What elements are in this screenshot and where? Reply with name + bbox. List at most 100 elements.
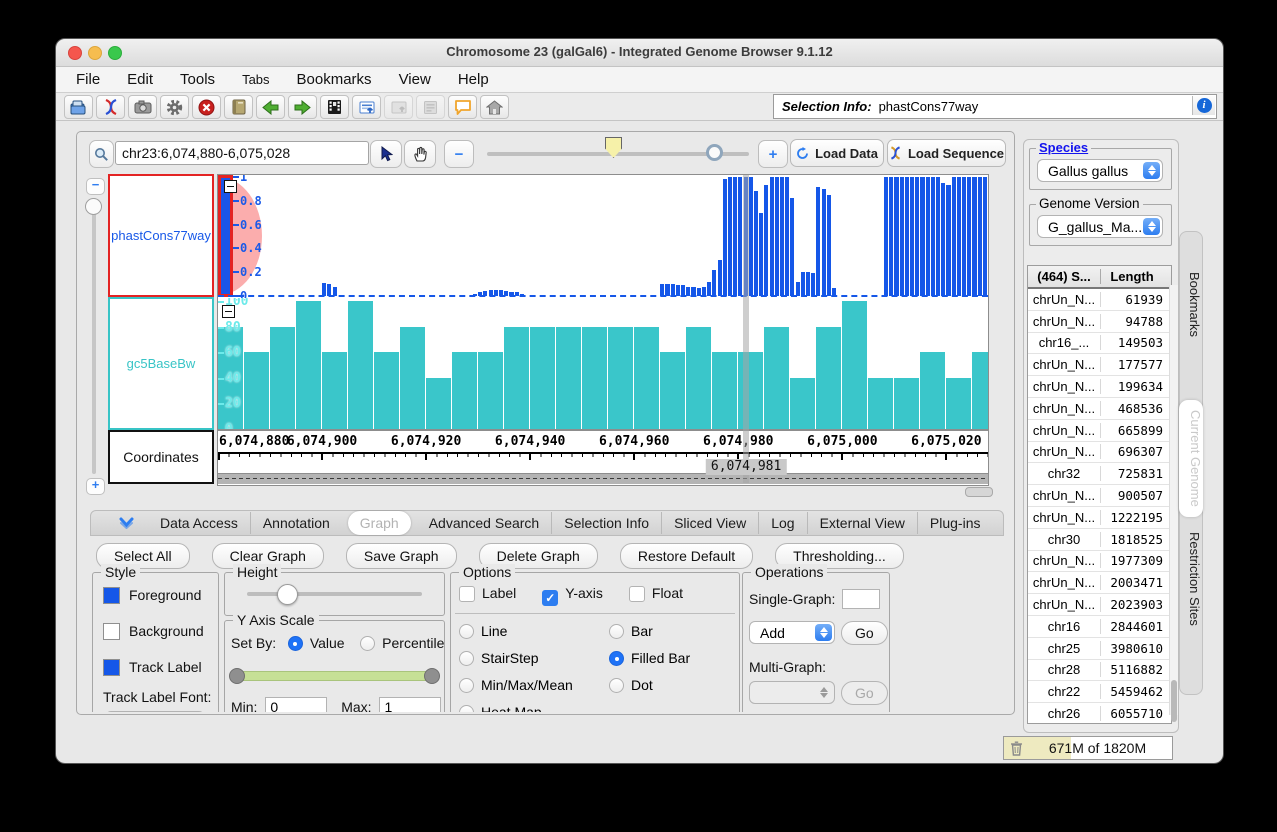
- menu-item-file[interactable]: File: [76, 71, 100, 88]
- checkbox-row-float[interactable]: Float: [629, 585, 683, 601]
- radio-row-stairstep[interactable]: StairStep: [459, 650, 573, 666]
- side-tab-current-genome[interactable]: Current Genome: [1179, 400, 1203, 517]
- comment-button[interactable]: [448, 95, 477, 119]
- stairstep-radio[interactable]: [459, 651, 474, 666]
- checkbox-row-y-axis[interactable]: ✓Y-axis: [542, 585, 603, 601]
- font-size-combo[interactable]: 12: [105, 711, 205, 712]
- select-tool-button[interactable]: [370, 140, 402, 168]
- range-slider-max-thumb[interactable]: [424, 668, 440, 684]
- table-row[interactable]: chr285116882: [1028, 660, 1171, 682]
- menu-item-tabs[interactable]: Tabs: [242, 72, 269, 87]
- operation-combo[interactable]: Add: [749, 621, 835, 644]
- genome-version-combo[interactable]: G_gallus_Ma...: [1037, 215, 1163, 238]
- open-file-button[interactable]: [64, 95, 93, 119]
- range-slider-track[interactable]: [233, 671, 436, 681]
- multi-graph-combo[interactable]: [749, 681, 835, 704]
- export-image-button[interactable]: [384, 95, 413, 119]
- selected-graph-handle[interactable]: [218, 175, 233, 297]
- max-field[interactable]: [379, 697, 441, 712]
- gc5base-track[interactable]: 100806040200: [218, 298, 988, 431]
- tab-graph[interactable]: Graph: [348, 511, 411, 535]
- tab-sliced-view[interactable]: Sliced View: [661, 512, 758, 534]
- line-radio[interactable]: [459, 624, 474, 639]
- splitter-handle[interactable]: [965, 487, 993, 497]
- load-sequence-button[interactable]: Load Sequence: [887, 139, 1006, 167]
- tab-log[interactable]: Log: [758, 512, 806, 534]
- radio-row-filled-bar[interactable]: Filled Bar: [609, 650, 690, 666]
- export-view-button[interactable]: [352, 95, 381, 119]
- range-slider-min-thumb[interactable]: [229, 668, 245, 684]
- forward-arrow-button[interactable]: [288, 95, 317, 119]
- height-slider-track[interactable]: [247, 592, 422, 596]
- memory-usage-text[interactable]: 671M of 1820M: [1023, 740, 1172, 756]
- tab-data-access[interactable]: Data Access: [148, 512, 250, 534]
- radio-row-heat-map[interactable]: Heat Map: [459, 704, 573, 712]
- camera-button[interactable]: [128, 95, 157, 119]
- button-restore-default[interactable]: Restore Default: [620, 543, 753, 569]
- trash-icon[interactable]: [1010, 741, 1023, 756]
- background-color-row[interactable]: Background: [103, 623, 204, 640]
- stop-button[interactable]: [192, 95, 221, 119]
- foreground-color-row[interactable]: Foreground: [103, 587, 201, 604]
- background-swatch[interactable]: [103, 623, 120, 640]
- collapse-track-button[interactable]: [224, 180, 237, 193]
- track-label-coordinates[interactable]: Coordinates: [108, 430, 214, 484]
- dna-button[interactable]: [96, 95, 125, 119]
- seq-column-header[interactable]: (464) S...: [1028, 269, 1101, 284]
- radio-row-min-max-mean[interactable]: Min/Max/Mean: [459, 677, 573, 693]
- phastcons-track[interactable]: 10.80.60.40.20: [218, 175, 988, 298]
- table-row[interactable]: chr162844601: [1028, 616, 1171, 638]
- table-row[interactable]: chr266055710: [1028, 703, 1171, 724]
- table-row[interactable]: chr301818525: [1028, 529, 1171, 551]
- button-save-graph[interactable]: Save Graph: [346, 543, 457, 569]
- track-label-swatch[interactable]: [103, 659, 120, 676]
- min-max-mean-radio[interactable]: [459, 678, 474, 693]
- table-row[interactable]: chr225459462: [1028, 681, 1171, 703]
- radio-row-bar[interactable]: Bar: [609, 623, 690, 639]
- table-scrollbar[interactable]: [1169, 285, 1178, 715]
- multi-graph-go-button[interactable]: Go: [841, 681, 888, 705]
- journal-button[interactable]: [224, 95, 253, 119]
- menu-item-edit[interactable]: Edit: [127, 71, 153, 88]
- radio-row-dot[interactable]: Dot: [609, 677, 690, 693]
- filled-bar-radio[interactable]: [609, 651, 624, 666]
- back-arrow-button[interactable]: [256, 95, 285, 119]
- dot-radio[interactable]: [609, 678, 624, 693]
- menu-item-view[interactable]: View: [399, 71, 431, 88]
- min-field[interactable]: [265, 697, 327, 712]
- checkbox-row-label[interactable]: Label: [459, 585, 516, 601]
- tab-external-view[interactable]: External View: [807, 512, 917, 534]
- pan-tool-button[interactable]: [404, 140, 436, 168]
- track-label-gc5basebw[interactable]: gc5BaseBw: [108, 297, 214, 430]
- table-row[interactable]: chrUn_N...2023903: [1028, 594, 1171, 616]
- foreground-swatch[interactable]: [103, 587, 120, 604]
- heat-map-radio[interactable]: [459, 705, 474, 712]
- print-button[interactable]: [416, 95, 445, 119]
- table-row[interactable]: chrUn_N...696307: [1028, 442, 1171, 464]
- zoom-slider-thumb[interactable]: [706, 144, 723, 161]
- genome-graph-area[interactable]: 10.80.60.40.20 100806040200 6,074,8806,0…: [217, 174, 989, 486]
- track-label-color-row[interactable]: Track Label: [103, 659, 202, 676]
- table-row[interactable]: chr16_...149503: [1028, 333, 1171, 355]
- table-row[interactable]: chrUn_N...1222195: [1028, 507, 1171, 529]
- track-label-phastcons77way[interactable]: phastCons77way: [108, 174, 214, 297]
- vertical-zoom-in-button[interactable]: +: [86, 478, 105, 495]
- table-row[interactable]: chr32725831: [1028, 463, 1171, 485]
- tab-selection-info[interactable]: Selection Info: [551, 512, 661, 534]
- table-row[interactable]: chrUn_N...1977309: [1028, 551, 1171, 573]
- table-row[interactable]: chr253980610: [1028, 638, 1171, 660]
- label-checkbox[interactable]: [459, 586, 475, 602]
- film-button[interactable]: [320, 95, 349, 119]
- percentile-radio[interactable]: [360, 636, 375, 651]
- table-row[interactable]: chrUn_N...177577: [1028, 354, 1171, 376]
- value-radio[interactable]: [288, 636, 303, 651]
- side-tab-bookmarks[interactable]: Bookmarks: [1180, 272, 1202, 337]
- vertical-slider-track[interactable]: [92, 198, 96, 474]
- height-slider-thumb[interactable]: [277, 584, 298, 605]
- table-row[interactable]: chrUn_N...199634: [1028, 376, 1171, 398]
- load-data-button[interactable]: Load Data: [790, 139, 884, 167]
- side-tab-restriction-sites[interactable]: Restriction Sites: [1180, 532, 1202, 626]
- species-combo[interactable]: Gallus gallus: [1037, 159, 1163, 182]
- table-row[interactable]: chrUn_N...94788: [1028, 311, 1171, 333]
- table-row[interactable]: chrUn_N...900507: [1028, 485, 1171, 507]
